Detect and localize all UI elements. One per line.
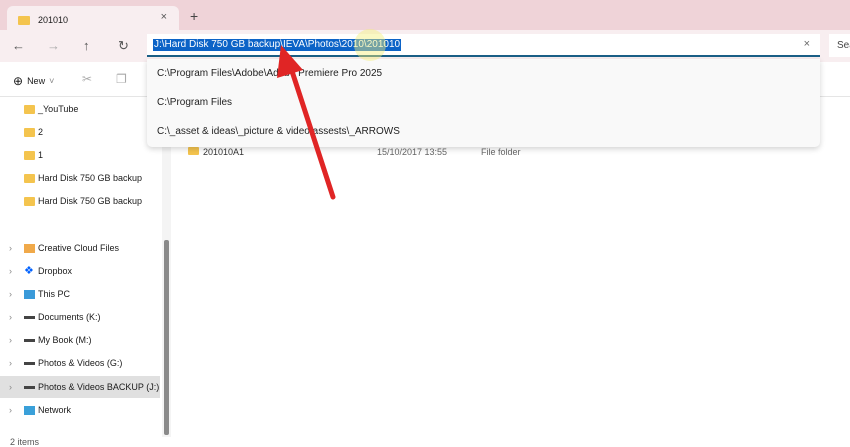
folder-icon [24,104,35,114]
folder-icon [18,15,30,25]
close-tab-icon[interactable]: × [161,11,167,23]
file-row[interactable]: 201010A1 15/10/2017 13:55 File folder [188,147,521,157]
computer-icon [24,289,35,299]
file-name: 201010A1 [203,147,245,157]
chevron-right-icon[interactable]: › [9,405,12,415]
sidebar-item-creative-cloud[interactable]: › Creative Cloud Files [0,237,160,259]
folder-icon [24,173,35,183]
title-bar: 201010 × + [0,0,850,34]
sidebar-item-hard-disk-2[interactable]: Hard Disk 750 GB backup [0,190,160,212]
sidebar-item-1[interactable]: 1 [0,144,160,166]
copy-icon[interactable]: ❐ [116,72,127,86]
chevron-right-icon[interactable]: › [9,266,12,276]
file-date: 15/10/2017 13:55 [377,147,448,157]
forward-icon[interactable]: → [47,38,60,53]
dropbox-icon: ❖ [24,265,34,277]
chevron-down-icon: ˅ [49,76,55,86]
sidebar: _YouTube 2 1 Hard Disk 750 GB backup Har… [0,97,172,437]
chevron-right-icon[interactable]: › [9,382,12,392]
drive-icon [24,386,35,389]
address-suggestions: C:\Program Files\Adobe\Adobe Premiere Pr… [147,59,820,147]
sidebar-item-this-pc[interactable]: › This PC [0,283,160,305]
drive-icon [24,339,35,342]
sidebar-item-hard-disk[interactable]: Hard Disk 750 GB backup [0,167,160,189]
folder-icon [24,150,35,160]
chevron-right-icon[interactable]: › [9,289,12,299]
sidebar-item-2[interactable]: 2 [0,121,160,143]
plus-circle-icon: ⊕ [13,74,24,88]
tab-label: 201010 [38,15,69,25]
creative-cloud-icon [24,243,35,253]
folder-icon [188,147,199,155]
suggestion-item[interactable]: C:\Program Files [147,88,820,117]
folder-icon [24,127,35,137]
sidebar-item-photos-g[interactable]: › Photos & Videos (G:) [0,352,160,374]
suggestion-item[interactable]: C:\Program Files\Adobe\Adobe Premiere Pr… [147,59,820,88]
new-label: New [27,76,46,86]
sidebar-item-documents-k[interactable]: › Documents (K:) [0,306,160,328]
address-value[interactable]: J:\Hard Disk 750 GB backup\IEVA\Photos\2… [153,39,402,51]
back-icon[interactable]: ← [12,38,25,53]
folder-icon [24,196,35,206]
chevron-right-icon[interactable]: › [9,312,12,322]
new-button[interactable]: ⊕ New ˅ [13,74,54,88]
sidebar-item-youtube[interactable]: _YouTube [0,98,160,120]
drive-icon [24,316,35,319]
chevron-right-icon[interactable]: › [9,335,12,345]
refresh-icon[interactable]: ↻ [118,38,129,54]
sidebar-item-photos-backup-j[interactable]: › Photos & Videos BACKUP (J:) [0,376,160,398]
new-tab-button[interactable]: + [190,8,198,24]
address-bar-input[interactable]: J:\Hard Disk 750 GB backup\IEVA\Photos\2… [147,34,820,57]
status-item-count: 2 items [10,437,40,447]
sidebar-item-my-book-m[interactable]: › My Book (M:) [0,329,160,351]
search-input[interactable]: Sea [829,34,850,57]
chevron-right-icon[interactable]: › [9,358,12,368]
clear-address-icon[interactable]: × [804,38,810,50]
sidebar-item-dropbox[interactable]: › ❖ Dropbox [0,260,160,282]
sidebar-item-network[interactable]: › Network [0,399,160,421]
network-icon [24,405,35,415]
chevron-right-icon[interactable]: › [9,243,12,253]
up-icon[interactable]: ↑ [83,38,90,53]
drive-icon [24,362,35,365]
suggestion-item[interactable]: C:\_asset & ideas\_picture & video asses… [147,117,820,146]
cut-icon[interactable]: ✂ [82,72,92,86]
file-type: File folder [481,147,521,157]
